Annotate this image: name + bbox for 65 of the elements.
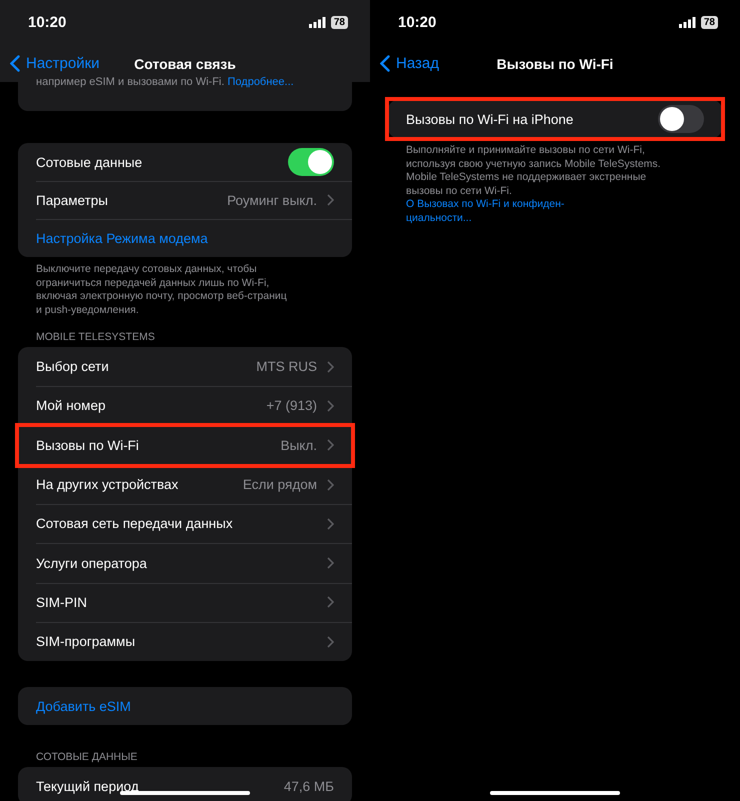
chevron-icon [327,596,334,608]
settings-row[interactable]: Текущий период 47,6 МБ [18,767,352,801]
row-value: Выкл. [280,438,317,453]
settings-row[interactable]: SIM-PIN [18,582,352,622]
settings-row[interactable]: Услуги оператора [18,543,352,583]
signal-icon [678,17,696,28]
row-label: Выбор сети [36,359,109,374]
battery-level: 78 [700,16,718,29]
section-footer: Выключите передачу сотовых данных, чтобы ограничиться передачей данных лишь по Wi-Fi, включая электронную почту, просмотр веб-страниц и push-уведомления. [18,257,352,317]
settings-row[interactable]: Выбор сети MTS RUS [18,347,352,386]
chevron-icon [327,636,334,648]
chevron-icon [327,439,334,452]
row-label: Добавить eSIM [36,698,131,714]
section-footer: Выполняйте и принимайте вызовы по сети Wi-Fi, используя свою учетную запись Mobile TeleSystems. Mobile TeleSystems не поддерживает экстренные вызовы по сети Wi-Fi. О Вызовах по Wi-Fi и конфиден- циальности... [388,138,722,225]
toggle-switch[interactable] [658,105,704,133]
highlighted-row[interactable]: Вызовы по Wi-Fi на iPhone [388,100,722,138]
row-label: Настройка Режима модема [36,230,208,246]
row-label: На других устройствах [36,477,178,492]
screen-title: Сотовая связь [134,56,236,72]
back-button[interactable]: Настройки [10,55,100,72]
row-label: Параметры [36,192,108,208]
back-chevron-icon [10,55,20,72]
chevron-icon [327,194,334,206]
note-text: например eSIM и вызовами по Wi-Fi. Подробнее... [36,76,295,88]
section-header: СОТОВЫЕ ДАННЫЕ [35,751,138,766]
settings-row[interactable]: На других устройствах Если рядом [18,464,352,504]
back-button[interactable]: Назад [380,55,439,72]
row-label: Сотовые данные [36,154,142,170]
settings-row[interactable]: SIM-программы [18,622,352,662]
row-value: 47,6 МБ [284,778,334,794]
row-label: SIM-программы [36,634,136,650]
row-label: Сотовая сеть передачи данных [36,516,233,532]
chevron-icon [327,557,334,570]
settings-row[interactable]: Мой номер +7 (913) [18,386,352,426]
chevron-icon [327,478,334,491]
more-link[interactable]: Подробнее... [228,76,294,88]
row-value: Если рядом [242,477,317,492]
settings-row[interactable]: Добавить eSIM [18,687,352,726]
row-value: MTS RUS [256,359,317,374]
row-value: +7 (913) [266,398,317,414]
row-label: Текущий период [36,778,139,794]
row-label: Вызовы по Wi-Fi [36,438,139,453]
settings-row[interactable]: Настройка Режима модема [18,219,352,257]
settings-row[interactable]: Сотовая сеть передачи данных [18,504,352,544]
settings-row[interactable]: Сотовые данные [18,143,352,181]
privacy-link[interactable]: циальности... [406,212,472,224]
chevron-icon [327,400,334,412]
row-label: Мой номер [36,398,106,414]
highlighted-row[interactable]: Вызовы по Wi-Fi Выкл. [18,426,352,465]
chevron-icon [327,518,334,530]
screen-title: Вызовы по Wi-Fi [496,56,614,72]
signal-icon [308,17,326,28]
settings-row[interactable]: Параметры Роуминг выкл. [18,181,352,219]
battery-level: 78 [330,16,348,29]
section-header: MOBILE TELESYSTEMS [35,331,156,345]
chevron-icon [327,360,334,373]
status-time: 10:20 [28,14,66,31]
back-chevron-icon [380,55,390,72]
status-time: 10:20 [398,14,436,31]
privacy-link[interactable]: О Вызовах по Wi-Fi и конфиден- [406,198,564,210]
row-label: Вызовы по Wi-Fi на iPhone [406,112,574,126]
row-label: Услуги оператора [36,556,147,571]
toggle-switch[interactable] [288,148,334,176]
row-value: Роуминг выкл. [227,192,317,208]
row-label: SIM-PIN [36,594,88,610]
